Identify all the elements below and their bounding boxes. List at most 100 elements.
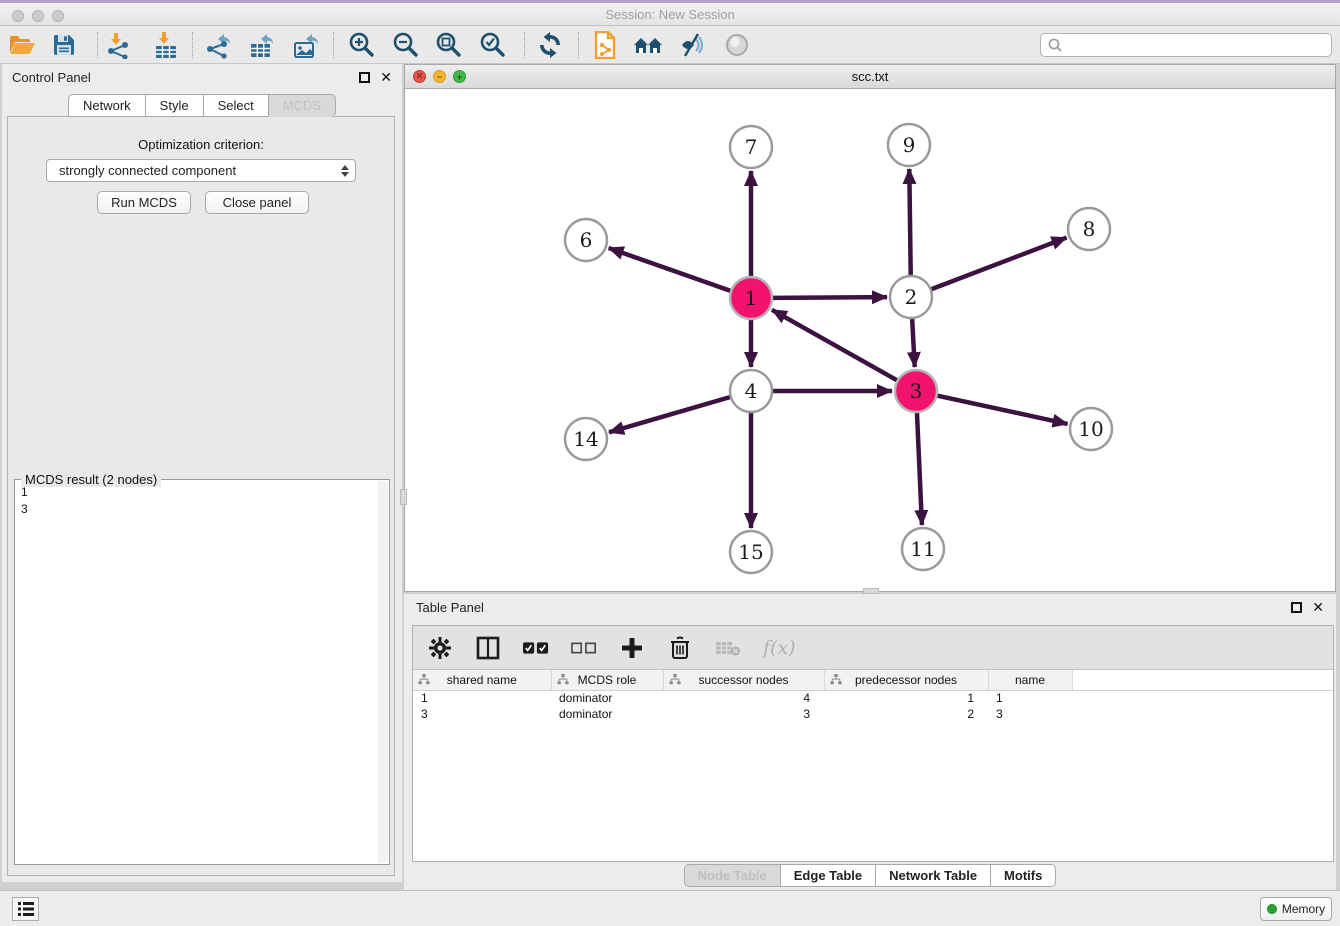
first-neighbors-icon[interactable] [631,28,665,62]
tab-node-table[interactable]: Node Table [684,864,780,887]
cell-name[interactable]: 1 [988,690,1072,706]
edge-3-11[interactable] [917,413,922,525]
node-label-4: 4 [745,379,758,403]
tab-style[interactable]: Style [145,94,203,117]
node-label-9: 9 [903,133,916,157]
add-column-icon[interactable] [619,635,645,661]
node-label-1: 1 [745,286,758,310]
mcds-result-group: MCDS result (2 nodes) 1 3 [14,479,390,865]
control-panel-title: Control Panel [12,70,91,85]
close-table-panel-icon[interactable]: ✕ [1312,600,1324,614]
close-window-icon[interactable] [12,10,24,22]
minimize-view-icon[interactable]: − [433,70,446,83]
column-header-shared-name[interactable]: shared name [413,670,551,690]
export-network-icon[interactable] [201,28,235,62]
import-table-icon[interactable] [149,28,183,62]
open-file-icon[interactable] [5,28,39,62]
node-label-10: 10 [1078,417,1103,441]
control-panel: Control Panel ✕ NetworkStyleSelectMCDS O… [2,64,402,882]
edge-2-8[interactable] [932,238,1067,290]
cell-shared-name[interactable]: 3 [413,706,551,722]
column-header-successor-nodes[interactable]: successor nodes [663,670,824,690]
cell-successor-nodes[interactable]: 3 [663,706,824,722]
tab-network[interactable]: Network [68,94,145,117]
import-network-icon[interactable] [101,28,135,62]
edge-2-9[interactable] [909,169,910,275]
result-scrollbar[interactable] [378,481,388,863]
tab-select[interactable]: Select [203,94,268,117]
close-panel-button[interactable]: Close panel [205,191,309,214]
column-header-predecessor-nodes[interactable]: predecessor nodes [824,670,988,690]
close-view-icon[interactable]: ✕ [413,70,426,83]
table-row[interactable]: 3dominator323 [413,706,1333,722]
network-view-window: ✕ − + scc.txt 7968124314101511 [404,64,1336,592]
main-toolbar [0,26,1340,64]
maximize-view-icon[interactable]: + [453,70,466,83]
export-image-icon[interactable] [289,28,323,62]
cell-predecessor-nodes[interactable]: 2 [824,706,988,722]
apply-layout-icon[interactable] [533,28,567,62]
hide-selected-icon[interactable] [675,28,709,62]
delete-column-icon[interactable] [667,635,693,661]
vertical-grip[interactable] [400,489,407,505]
list-icon [18,902,34,916]
cell-MCDS-role[interactable]: dominator [551,690,663,706]
app-title: Session: New Session [0,7,1340,22]
new-network-from-selection-icon[interactable] [588,28,622,62]
zoom-out-icon[interactable] [389,28,423,62]
cell-successor-nodes[interactable]: 4 [663,690,824,706]
show-all-icon[interactable] [720,28,754,62]
tab-motifs[interactable]: Motifs [990,864,1056,887]
network-graph[interactable]: 7968124314101511 [405,89,1335,591]
dropdown-stepper-icon [335,160,355,181]
optimization-criterion-dropdown[interactable]: strongly connected component [46,159,356,182]
edge-2-3[interactable] [912,319,915,367]
memory-label: Memory [1282,902,1325,916]
toolbar-separator [97,32,98,58]
float-table-panel-icon[interactable] [1291,602,1302,613]
toolbar-separator [578,32,579,58]
cell-name[interactable]: 3 [988,706,1072,722]
cell-shared-name[interactable]: 1 [413,690,551,706]
close-panel-icon[interactable]: ✕ [380,70,392,84]
run-mcds-button[interactable]: Run MCDS [97,191,191,214]
mcds-result-text[interactable]: 1 3 [17,484,377,862]
table-header-row[interactable]: shared nameMCDS rolesuccessor nodesprede… [413,670,1333,690]
search-icon [1047,37,1063,53]
tab-network-table[interactable]: Network Table [875,864,990,887]
edge-3-1[interactable] [772,310,897,380]
task-history-button[interactable] [12,897,39,921]
mcds-panel: Optimization criterion: strongly connect… [7,116,395,876]
memory-button[interactable]: Memory [1260,897,1332,921]
settings-gear-icon[interactable] [427,635,453,661]
cell-predecessor-nodes[interactable]: 1 [824,690,988,706]
unselect-all-columns-icon[interactable] [571,635,597,661]
edge-3-10[interactable] [937,396,1067,424]
column-header-MCDS-role[interactable]: MCDS role [551,670,663,690]
dropdown-value: strongly connected component [59,163,236,178]
node-table-body: f(x) shared nameMCDS rolesuccessor nodes… [412,625,1334,862]
zoom-in-icon[interactable] [345,28,379,62]
network-canvas[interactable]: 7968124314101511 [405,89,1335,591]
tab-edge-table[interactable]: Edge Table [780,864,875,887]
node-table[interactable]: shared nameMCDS rolesuccessor nodesprede… [413,670,1333,722]
zoom-selected-icon[interactable] [476,28,510,62]
split-columns-icon[interactable] [475,635,501,661]
export-table-icon[interactable] [245,28,279,62]
zoom-fit-icon[interactable] [432,28,466,62]
table-row[interactable]: 1dominator411 [413,690,1333,706]
edge-1-2[interactable] [773,297,887,298]
search-box[interactable] [1040,33,1332,57]
tab-mcds[interactable]: MCDS [268,94,336,117]
edge-1-6[interactable] [609,248,731,291]
float-panel-icon[interactable] [359,72,370,83]
search-input[interactable] [1063,38,1331,52]
minimize-window-icon[interactable] [32,10,44,22]
node-label-14: 14 [573,427,598,451]
select-all-columns-icon[interactable] [523,635,549,661]
maximize-window-icon[interactable] [52,10,64,22]
column-header-name[interactable]: name [988,670,1072,690]
cell-MCDS-role[interactable]: dominator [551,706,663,722]
edge-4-14[interactable] [609,397,730,432]
save-session-icon[interactable] [47,28,81,62]
